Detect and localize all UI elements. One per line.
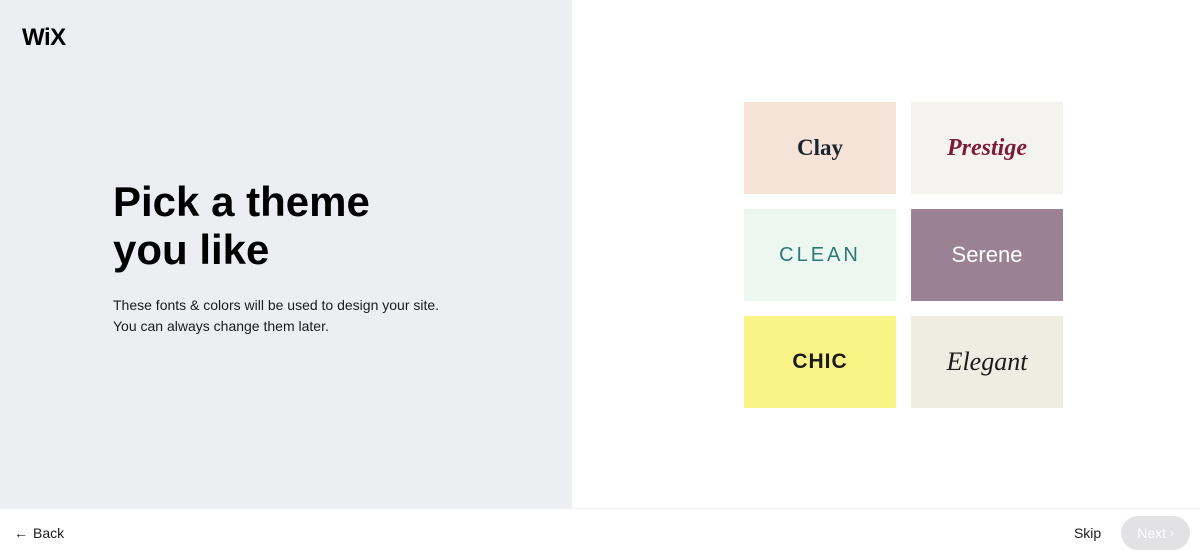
next-button[interactable]: Next › [1121,516,1190,550]
page-subtext: These fonts & colors will be used to des… [113,295,453,337]
theme-label: Serene [952,242,1023,268]
page-title: Pick a theme you like [113,178,453,275]
right-panel: Clay Prestige CLEAN Serene CHIC Elegant [572,0,1200,508]
footer: ← Back Skip Next › [0,508,1200,556]
theme-label: Prestige [947,135,1027,162]
theme-card-clean[interactable]: CLEAN [744,209,896,301]
left-panel: WiX Pick a theme you like These fonts & … [0,0,572,508]
theme-card-chic[interactable]: CHIC [744,316,896,408]
theme-label: CLEAN [779,244,861,267]
back-button[interactable]: ← Back [10,519,68,547]
theme-card-prestige[interactable]: Prestige [911,102,1063,194]
back-label: Back [33,525,64,541]
theme-card-clay[interactable]: Clay [744,102,896,194]
next-label: Next [1137,525,1166,541]
skip-button[interactable]: Skip [1070,519,1105,547]
theme-label: Elegant [947,347,1028,377]
theme-label: CHIC [792,350,847,374]
arrow-left-icon: ← [14,525,28,541]
theme-card-elegant[interactable]: Elegant [911,316,1063,408]
chevron-right-icon: › [1170,526,1174,540]
skip-label: Skip [1074,525,1101,541]
wix-logo: WiX [22,24,66,52]
themes-grid: Clay Prestige CLEAN Serene CHIC Elegant [744,102,1063,408]
theme-label: Clay [797,135,843,161]
theme-card-serene[interactable]: Serene [911,209,1063,301]
